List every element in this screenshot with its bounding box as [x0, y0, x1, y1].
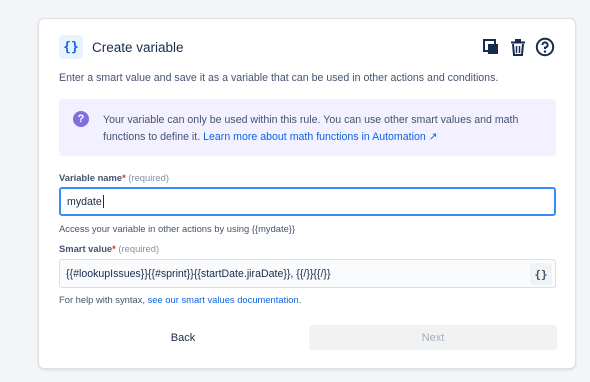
insert-smart-value-button[interactable]: {} — [530, 263, 552, 285]
page-scrollbar[interactable] — [586, 0, 590, 382]
text-caret — [102, 195, 104, 208]
variable-braces-icon: {} — [59, 35, 83, 59]
smart-value-helper-text: For help with syntax, — [59, 294, 148, 305]
required-text: (required) — [118, 243, 160, 254]
required-asterisk: * — [112, 243, 116, 254]
dialog-description: Enter a smart value and save it as a var… — [59, 72, 499, 84]
smart-value-helper: For help with syntax, see our smart valu… — [59, 294, 301, 305]
dialog-title: Create variable — [92, 39, 184, 55]
next-button[interactable]: Next — [309, 325, 557, 350]
dialog-header: {} Create variable — [59, 34, 555, 60]
duplicate-button[interactable] — [480, 37, 501, 58]
required-asterisk: * — [122, 172, 126, 183]
variable-name-label: Variable name* (required) — [59, 172, 169, 183]
variable-name-label-text: Variable name — [59, 172, 123, 183]
smart-value-label-text: Smart value — [59, 243, 113, 254]
smart-value-helper-suffix: . — [298, 294, 302, 305]
header-actions — [480, 37, 555, 58]
smart-value-text: {{#lookupIssues}}{{#sprint}}{{startDate.… — [66, 267, 331, 280]
smart-values-docs-link[interactable]: see our smart values documentation — [148, 294, 299, 305]
variable-name-input[interactable]: mydate — [59, 187, 556, 216]
math-functions-link[interactable]: Learn more about math functions in Autom… — [203, 131, 437, 143]
variable-name-helper: Access your variable in other actions by… — [59, 223, 296, 234]
smart-value-input[interactable]: {{#lookupIssues}}{{#sprint}}{{startDate.… — [59, 259, 556, 288]
info-panel: ? Your variable can only be used within … — [59, 99, 556, 156]
help-button[interactable] — [534, 37, 555, 58]
delete-button[interactable] — [507, 37, 528, 58]
back-button[interactable]: Back — [59, 325, 307, 350]
required-text: (required) — [128, 172, 169, 183]
duplicate-icon — [482, 39, 498, 54]
create-variable-dialog: {} Create variable Enter a smart value a… — [38, 18, 576, 369]
smart-value-label: Smart value* (required) — [59, 243, 159, 254]
variable-name-value: mydate — [67, 195, 102, 208]
help-icon — [535, 37, 554, 57]
question-icon: ? — [73, 111, 89, 127]
trash-icon — [510, 39, 525, 56]
